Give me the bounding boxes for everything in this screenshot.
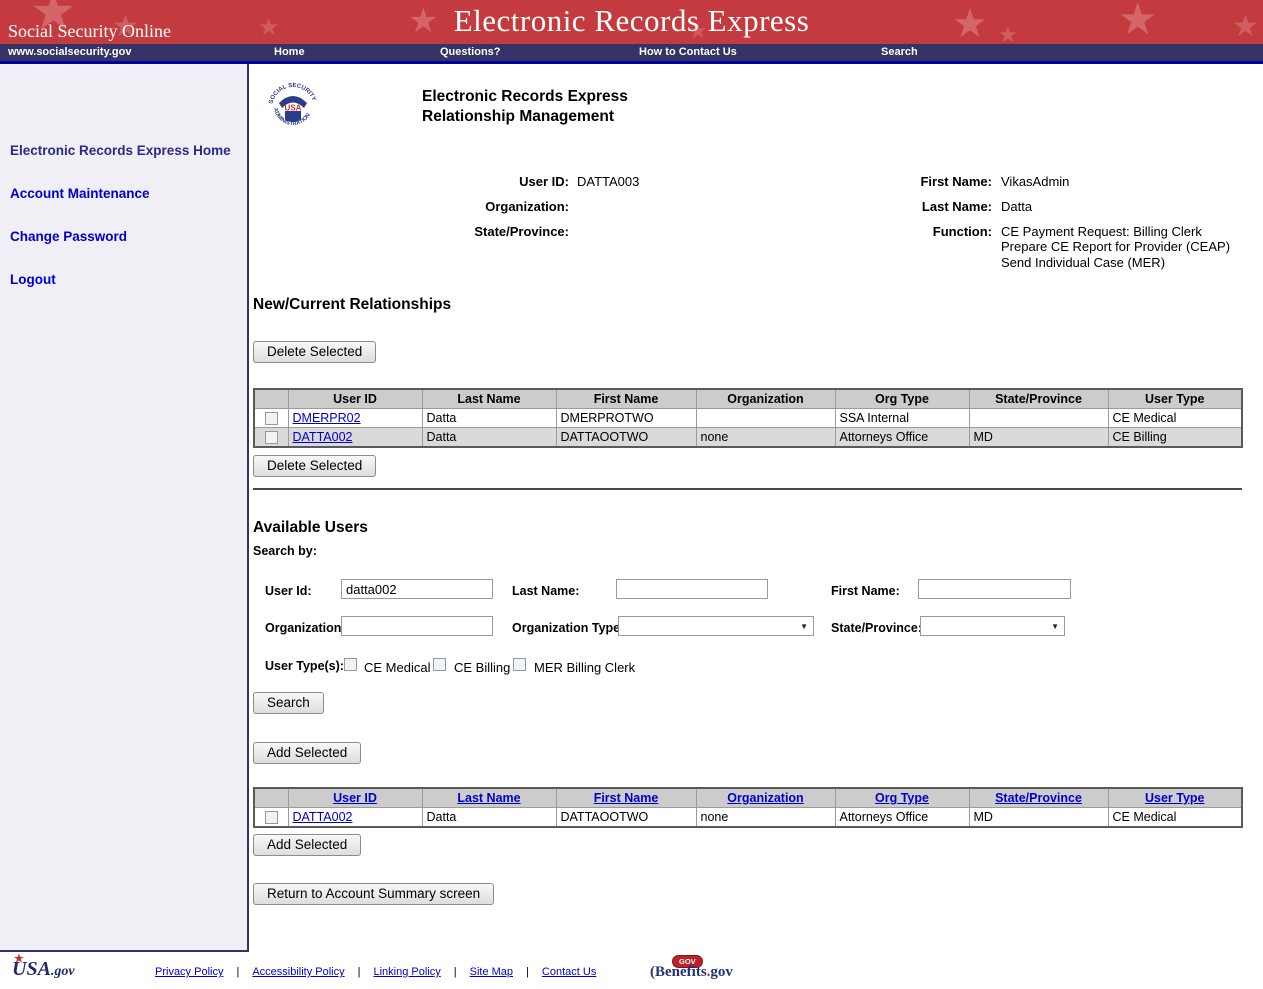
search-by-label: Search by: bbox=[253, 544, 317, 558]
row-select-checkbox[interactable] bbox=[265, 811, 278, 824]
return-to-account-summary-button[interactable]: Return to Account Summary screen bbox=[253, 883, 494, 905]
organization-field-label: Organization: bbox=[265, 621, 346, 635]
organization-input[interactable] bbox=[341, 616, 493, 636]
table-row: DATTA002 Datta DATTAOOTWO none Attorneys… bbox=[254, 428, 1242, 448]
main-content: SOCIAL SECURITY ADMINISTRATION USA Elect… bbox=[251, 64, 1263, 952]
sidebar: Electronic Records Express Home Account … bbox=[0, 64, 249, 952]
row-select-checkbox[interactable] bbox=[265, 431, 278, 444]
organization-type-label: Organization Type: bbox=[512, 621, 624, 635]
footer: ★USA.gov Privacy Policy | Accessibility Po… bbox=[0, 952, 1263, 989]
user-id-input[interactable] bbox=[341, 579, 493, 599]
sidebar-item-ere-home[interactable]: Electronic Records Express Home bbox=[10, 142, 233, 159]
chevron-down-icon: ▼ bbox=[1051, 622, 1059, 631]
sort-last-name-link[interactable]: Last Name bbox=[457, 791, 520, 805]
star-icon: ★ bbox=[14, 952, 24, 965]
search-button[interactable]: Search bbox=[253, 692, 324, 714]
state-province-value bbox=[569, 224, 871, 270]
user-type-ce-billing-checkbox[interactable] bbox=[433, 658, 446, 671]
link-separator: | bbox=[526, 966, 529, 978]
link-separator: | bbox=[454, 966, 457, 978]
contact-us-link[interactable]: Contact Us bbox=[542, 966, 596, 978]
nav-contact-link[interactable]: How to Contact Us bbox=[639, 46, 737, 58]
organization-value bbox=[569, 199, 871, 224]
available-users-table: User ID Last Name First Name Organizatio… bbox=[253, 787, 1243, 828]
user-type-ce-medical-label: CE Medical bbox=[364, 660, 430, 675]
nav-questions-link[interactable]: Questions? bbox=[440, 46, 501, 58]
site-map-link[interactable]: Site Map bbox=[470, 966, 513, 978]
privacy-policy-link[interactable]: Privacy Policy bbox=[155, 966, 223, 978]
table-header-row: User ID Last Name First Name Organizatio… bbox=[254, 788, 1242, 808]
link-separator: | bbox=[236, 966, 239, 978]
user-id-label: User ID: bbox=[251, 174, 569, 199]
organization-label: Organization: bbox=[251, 199, 569, 224]
user-info: User ID: DATTA003 First Name: VikasAdmin… bbox=[251, 174, 1259, 270]
sidebar-item-account-maintenance[interactable]: Account Maintenance bbox=[10, 185, 233, 202]
last-name-label: Last Name: bbox=[871, 199, 992, 224]
link-separator: | bbox=[358, 966, 361, 978]
table-row: DATTA002 Datta DATTAOOTWO none Attorneys… bbox=[254, 808, 1242, 828]
linking-policy-link[interactable]: Linking Policy bbox=[374, 966, 441, 978]
sort-user-id-link[interactable]: User ID bbox=[333, 791, 377, 805]
row-select-checkbox[interactable] bbox=[265, 412, 278, 425]
delete-selected-button-top[interactable]: Delete Selected bbox=[253, 341, 376, 363]
first-name-field-label: First Name: bbox=[831, 584, 900, 598]
sort-state-province-link[interactable]: State/Province bbox=[995, 791, 1082, 805]
svg-text:USA: USA bbox=[285, 104, 302, 113]
usa-gov-logo[interactable]: ★USA.gov bbox=[12, 958, 75, 981]
available-users-heading: Available Users bbox=[253, 519, 368, 537]
user-type-ce-billing-label: CE Billing bbox=[454, 660, 510, 675]
sort-org-type-link[interactable]: Org Type bbox=[875, 791, 929, 805]
accessibility-policy-link[interactable]: Accessibility Policy bbox=[252, 966, 344, 978]
last-name-field-label: Last Name: bbox=[512, 584, 579, 598]
user-id-field-label: User Id: bbox=[265, 584, 312, 598]
header-banner: ★ ★ ★ ★ ★ ★ ★ ★ ★ Social Security Online… bbox=[0, 0, 1263, 44]
sidebar-item-logout[interactable]: Logout bbox=[10, 271, 233, 288]
benefits-gov-logo[interactable]: GOV (Benefits.gov bbox=[650, 955, 750, 987]
app-title: Electronic Records Express bbox=[0, 3, 1263, 39]
nav-search-link[interactable]: Search bbox=[881, 46, 918, 58]
user-id-link[interactable]: DATTA002 bbox=[293, 810, 353, 824]
user-type-mer-billing-clerk-label: MER Billing Clerk bbox=[534, 660, 635, 675]
section-divider bbox=[253, 488, 1242, 490]
state-province-field-label: State/Province: bbox=[831, 621, 922, 635]
relationships-heading: New/Current Relationships bbox=[253, 296, 451, 314]
first-name-label: First Name: bbox=[871, 174, 992, 199]
last-name-value: Datta bbox=[992, 199, 1259, 224]
delete-selected-button-bottom[interactable]: Delete Selected bbox=[253, 455, 376, 477]
nav-home-link[interactable]: Home bbox=[274, 46, 305, 58]
nav-site-url[interactable]: www.socialsecurity.gov bbox=[8, 46, 132, 58]
sidebar-item-change-password[interactable]: Change Password bbox=[10, 228, 233, 245]
top-navbar: www.socialsecurity.gov Home Questions? H… bbox=[0, 44, 1263, 61]
table-row: DMERPR02 Datta DMERPROTWO SSA Internal C… bbox=[254, 409, 1242, 428]
relationships-table: User ID Last Name First Name Organizatio… bbox=[253, 388, 1243, 448]
last-name-input[interactable] bbox=[616, 579, 768, 599]
page: ★ ★ ★ ★ ★ ★ ★ ★ ★ Social Security Online… bbox=[0, 0, 1263, 989]
page-title: Electronic Records Express Relationship … bbox=[422, 87, 628, 126]
footer-links: Privacy Policy | Accessibility Policy | Link… bbox=[155, 966, 596, 978]
user-id-link[interactable]: DATTA002 bbox=[293, 430, 353, 444]
user-type-ce-medical-checkbox[interactable] bbox=[344, 658, 357, 671]
first-name-value: VikasAdmin bbox=[992, 174, 1259, 199]
state-province-label: State/Province: bbox=[251, 224, 569, 270]
function-label: Function: bbox=[871, 224, 992, 270]
table-header-row: User ID Last Name First Name Organizatio… bbox=[254, 389, 1242, 409]
organization-type-select[interactable]: ▼ bbox=[618, 616, 814, 636]
sort-user-type-link[interactable]: User Type bbox=[1145, 791, 1205, 805]
user-type-mer-billing-clerk-checkbox[interactable] bbox=[513, 658, 526, 671]
sort-first-name-link[interactable]: First Name bbox=[594, 791, 659, 805]
user-types-label: User Type(s): bbox=[265, 659, 344, 673]
user-id-link[interactable]: DMERPR02 bbox=[293, 411, 361, 425]
first-name-input[interactable] bbox=[918, 579, 1071, 599]
ssa-seal-logo: SOCIAL SECURITY ADMINISTRATION USA bbox=[267, 81, 319, 138]
state-province-select[interactable]: ▼ bbox=[920, 616, 1065, 636]
user-id-value: DATTA003 bbox=[569, 174, 871, 199]
add-selected-button-top[interactable]: Add Selected bbox=[253, 742, 361, 764]
function-value: CE Payment Request: Billing Clerk Prepar… bbox=[992, 224, 1259, 270]
add-selected-button-bottom[interactable]: Add Selected bbox=[253, 834, 361, 856]
sort-organization-link[interactable]: Organization bbox=[727, 791, 803, 805]
chevron-down-icon: ▼ bbox=[800, 622, 808, 631]
